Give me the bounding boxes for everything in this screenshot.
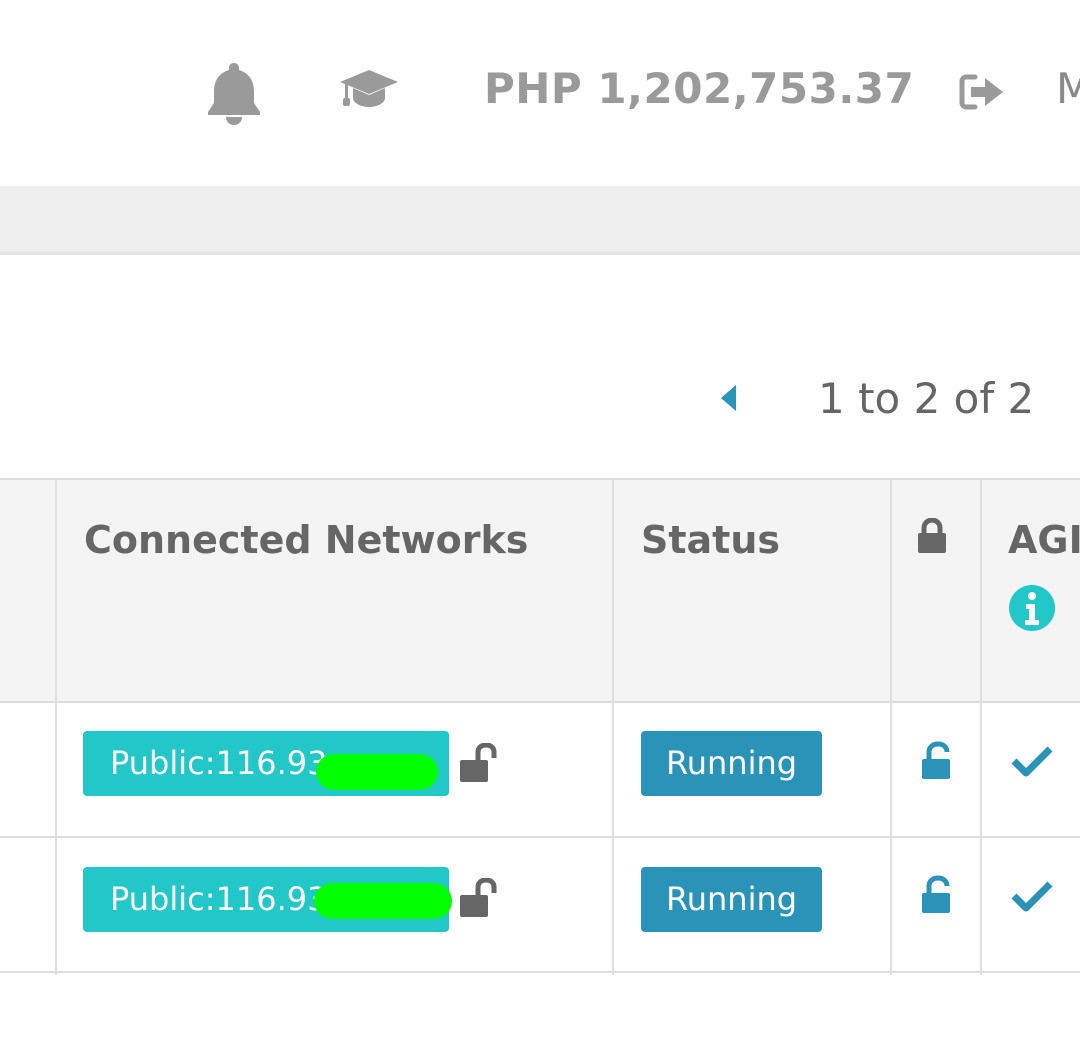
unlock-icon[interactable] [458, 743, 500, 785]
column-header-status[interactable]: Status [641, 518, 780, 562]
table-row: Public:116.93. Running [0, 838, 1080, 973]
network-label: Public:116.93. [110, 744, 338, 782]
check-icon [1011, 746, 1053, 777]
bell-icon[interactable] [203, 60, 265, 126]
info-icon[interactable] [1008, 584, 1056, 632]
table-header: Connected Networks Status AGI [0, 478, 1080, 703]
column-divider [612, 478, 614, 975]
status-badge: Running [641, 731, 822, 796]
pager-range: 1 to 2 of 2 [818, 374, 1035, 423]
status-badge: Running [641, 867, 822, 932]
column-header-agi[interactable]: AGI [1008, 518, 1080, 568]
account-balance: PHP 1,202,753.37 [484, 64, 915, 113]
user-menu[interactable]: M [1056, 64, 1080, 124]
column-divider [55, 478, 57, 975]
unlock-icon[interactable] [458, 878, 500, 920]
lock-icon [918, 518, 946, 553]
unlock-icon[interactable] [920, 741, 954, 781]
user-menu-label: M [1056, 64, 1080, 113]
sign-out-icon[interactable] [959, 72, 1005, 112]
check-icon [1011, 881, 1053, 912]
unlock-icon[interactable] [920, 875, 954, 915]
graduation-cap-icon[interactable] [338, 68, 400, 112]
top-bar: PHP 1,202,753.37 M [0, 0, 1080, 186]
network-label: Public:116.93. [110, 880, 338, 918]
column-divider [890, 478, 892, 975]
table-row: Public:116.93. Running [0, 703, 1080, 838]
toolbar-band [0, 186, 1080, 255]
redaction-mark [316, 754, 438, 790]
column-header-agi-label: AGI [1008, 518, 1080, 562]
column-header-connected-networks[interactable]: Connected Networks [84, 518, 528, 562]
pager-prev-icon[interactable] [718, 384, 738, 412]
redaction-mark [314, 883, 452, 919]
column-divider [980, 478, 982, 975]
